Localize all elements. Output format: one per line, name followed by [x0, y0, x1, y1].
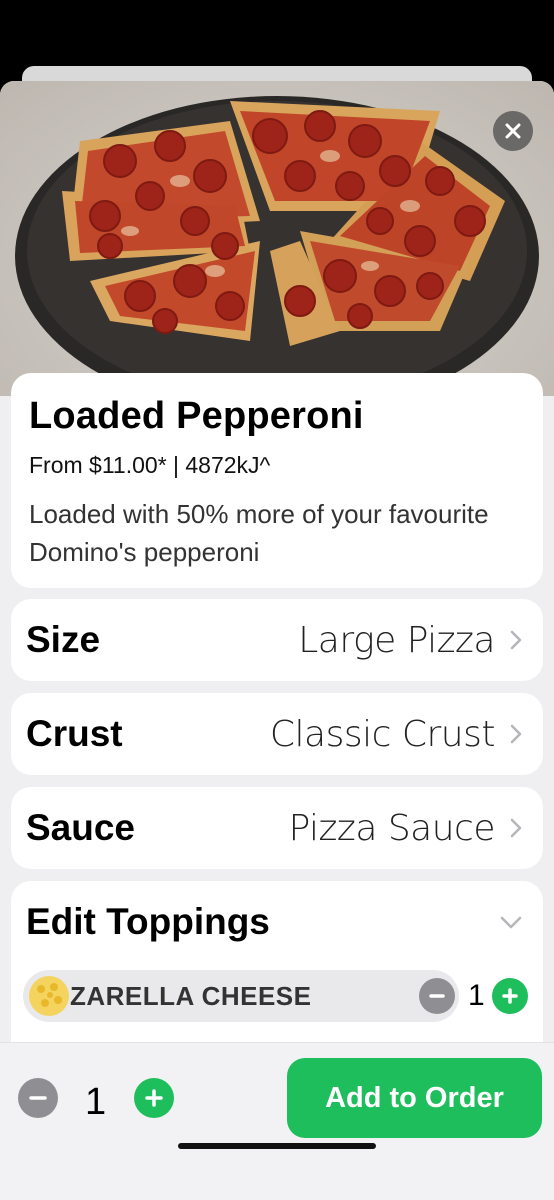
chevron-down-icon — [500, 916, 522, 929]
chevron-right-icon — [510, 630, 522, 650]
sauce-value: Pizza Sauce — [288, 807, 496, 849]
topping-name: ZARELLA CHEESE — [70, 980, 312, 1011]
toppings-header[interactable]: Edit Toppings — [26, 901, 528, 943]
close-icon — [505, 123, 521, 139]
chevron-right-icon — [510, 724, 522, 744]
size-label: Size — [26, 619, 101, 660]
crust-value: Classic Crust — [269, 713, 496, 755]
minus-icon — [29, 1096, 47, 1100]
toppings-title: Edit Toppings — [26, 901, 270, 942]
product-title: Loaded Pepperoni — [29, 395, 364, 437]
quantity-decrease-button[interactable] — [18, 1078, 58, 1118]
pizza-image — [15, 96, 539, 396]
product-sheet: Loaded Pepperoni From $11.00* | 4872kJ^ … — [0, 81, 554, 1200]
quantity-increase-button[interactable] — [134, 1078, 174, 1118]
home-indicator — [178, 1143, 376, 1149]
sauce-label: Sauce — [26, 807, 136, 848]
order-bar: 1 Add to Order — [0, 1042, 554, 1200]
minus-icon — [429, 994, 445, 998]
order-quantity: 1 — [85, 1081, 107, 1123]
product-price-energy: From $11.00* | 4872kJ^ — [29, 452, 271, 478]
product-info-card: Loaded Pepperoni From $11.00* | 4872kJ^ … — [11, 373, 543, 588]
close-button[interactable] — [493, 111, 533, 151]
product-description: Loaded with 50% more of your favourite D… — [29, 499, 489, 567]
topping-increase-button[interactable] — [492, 978, 528, 1014]
product-image — [0, 81, 554, 396]
add-to-order-button[interactable]: Add to Order — [287, 1058, 542, 1138]
topping-decrease-button[interactable] — [419, 978, 455, 1014]
crust-option[interactable]: Crust Classic Crust — [11, 693, 543, 775]
size-option[interactable]: Size Large Pizza — [11, 599, 543, 681]
topping-quantity: 1 — [468, 979, 485, 1012]
plus-icon — [145, 1089, 163, 1107]
crust-label: Crust — [26, 713, 123, 754]
topping-item[interactable]: ZARELLA CHEESE — [23, 970, 459, 1022]
chevron-right-icon — [510, 818, 522, 838]
plus-icon — [502, 988, 518, 1004]
cheese-icon — [29, 976, 69, 1016]
size-value: Large Pizza — [298, 619, 495, 661]
sauce-option[interactable]: Sauce Pizza Sauce — [11, 787, 543, 869]
